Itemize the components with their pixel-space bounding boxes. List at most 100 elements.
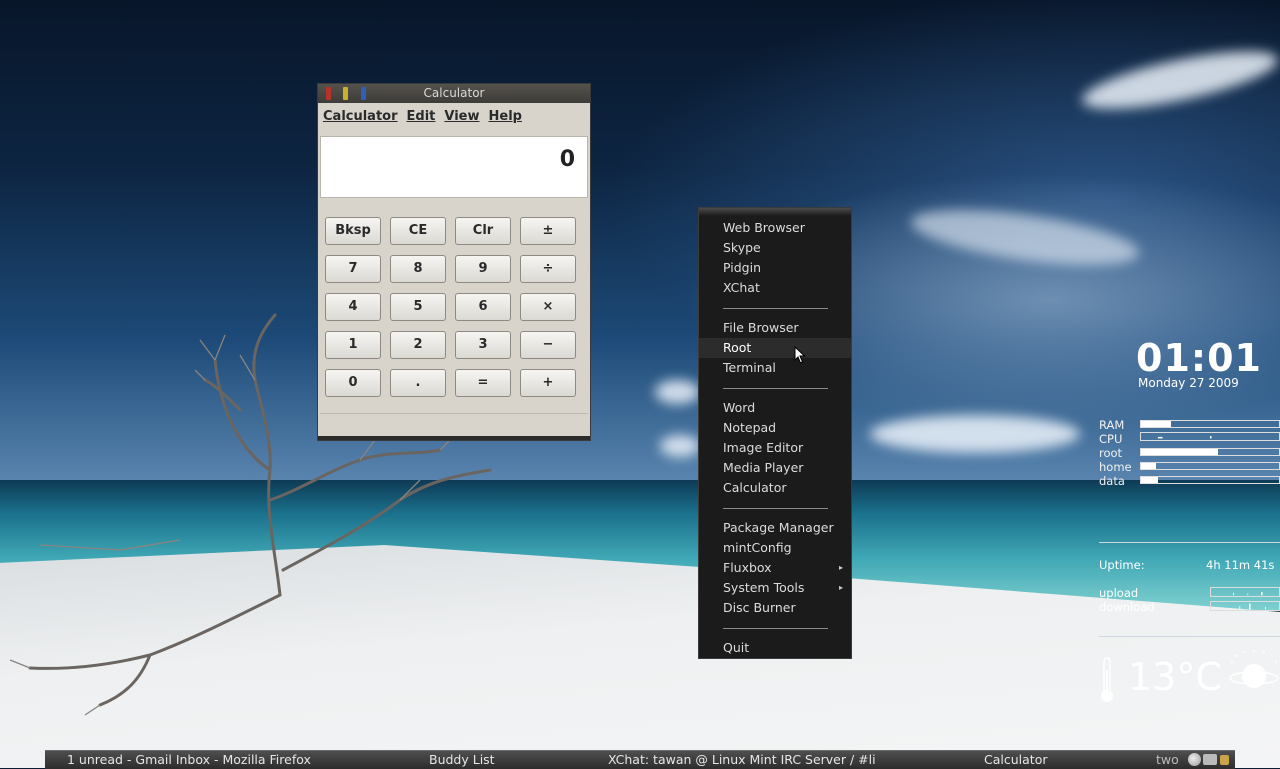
menu-item-disc-burner[interactable]: Disc Burner (699, 598, 851, 618)
menu-item-media-player[interactable]: Media Player (699, 458, 851, 478)
taskbar-task-calculator[interactable]: Calculator (984, 751, 1047, 768)
menu-item-notepad[interactable]: Notepad (699, 418, 851, 438)
calculator-display[interactable]: 0 (320, 136, 588, 198)
submenu-arrow-icon: ▸ (838, 583, 843, 592)
thermometer-icon (1101, 657, 1113, 702)
menu-help[interactable]: Help (489, 109, 522, 124)
stat-label-data: data (1099, 474, 1125, 488)
menu-item-system-tools[interactable]: System Tools ▸ (699, 578, 851, 598)
menu-item-label: Fluxbox (723, 560, 772, 575)
key-8[interactable]: 8 (390, 255, 446, 283)
menu-separator (723, 628, 828, 629)
menu-item-mintconfig[interactable]: mintConfig (699, 538, 851, 558)
menu-view[interactable]: View (444, 109, 479, 124)
menu-item-fluxbox[interactable]: Fluxbox ▸ (699, 558, 851, 578)
key-4[interactable]: 4 (325, 293, 381, 321)
key-9[interactable]: 9 (455, 255, 511, 283)
download-graph (1210, 601, 1280, 611)
menu-item-web-browser[interactable]: Web Browser (699, 218, 851, 238)
calculator-titlebar[interactable]: Calculator (318, 84, 590, 103)
menu-item-package-manager[interactable]: Package Manager (699, 518, 851, 538)
taskbar-task-xchat[interactable]: XChat: tawan @ Linux Mint IRC Server / #… (608, 751, 876, 768)
key-3[interactable]: 3 (455, 331, 511, 359)
key-5[interactable]: 5 (390, 293, 446, 321)
conky-divider (1099, 636, 1280, 637)
display-tray-icon[interactable] (1203, 754, 1217, 765)
submenu-arrow-icon: ▸ (838, 563, 843, 572)
menu-item-quit[interactable]: Quit (699, 638, 851, 658)
bar-fill (1141, 421, 1172, 427)
lock-tray-icon[interactable] (1220, 755, 1229, 765)
conky-clock: 01:01 (1136, 336, 1262, 380)
menu-separator (723, 508, 828, 509)
taskbar-task-buddy-list[interactable]: Buddy List (429, 751, 495, 768)
clear-night-weather-icon (1229, 650, 1279, 688)
taskbar-task-firefox[interactable]: 1 unread - Gmail Inbox - Mozilla Firefox (67, 751, 311, 768)
key-0[interactable]: 0 (325, 369, 381, 397)
window-maximize-button[interactable] (361, 87, 366, 100)
menu-item-xchat[interactable]: XChat (699, 278, 851, 298)
menu-edit[interactable]: Edit (407, 109, 436, 124)
calculator-statusbar (320, 413, 588, 436)
key-2[interactable]: 2 (390, 331, 446, 359)
key-divide[interactable]: ÷ (520, 255, 576, 283)
uptime-label: Uptime: (1099, 558, 1145, 572)
temperature-value: 13°C (1128, 655, 1222, 699)
stat-label-root: root (1099, 446, 1123, 460)
bar-fill (1141, 449, 1219, 455)
menu-item-skype[interactable]: Skype (699, 238, 851, 258)
desktop-wallpaper (0, 0, 1280, 768)
download-label: download (1099, 600, 1155, 614)
menu-item-file-browser[interactable]: File Browser (699, 318, 851, 338)
calculator-window-title: Calculator (423, 86, 485, 100)
upload-label: upload (1099, 586, 1139, 600)
network-tray-icon[interactable] (1188, 753, 1201, 766)
workspace-name[interactable]: two (1156, 751, 1179, 768)
menu-item-root[interactable]: Root (699, 338, 851, 358)
key-equals[interactable]: = (455, 369, 511, 397)
stat-label-ram: RAM (1099, 418, 1125, 432)
upload-graph (1210, 587, 1280, 597)
conky-divider (1099, 542, 1280, 543)
home-disk-bar (1140, 462, 1280, 470)
menu-separator (723, 308, 828, 309)
taskbar: 1 unread - Gmail Inbox - Mozilla Firefox… (45, 750, 1235, 769)
menu-item-calculator[interactable]: Calculator (699, 478, 851, 498)
mouse-pointer-icon (794, 346, 806, 364)
key-subtract[interactable]: − (520, 331, 576, 359)
key-decimal[interactable]: . (390, 369, 446, 397)
menu-calculator[interactable]: Calculator (323, 109, 398, 124)
ram-usage-bar (1140, 420, 1280, 428)
key-7[interactable]: 7 (325, 255, 381, 283)
bar-fill (1141, 463, 1157, 469)
menu-item-terminal[interactable]: Terminal (699, 358, 851, 378)
bar-fill (1141, 477, 1158, 483)
root-disk-bar (1140, 448, 1280, 456)
uptime-value: 4h 11m 41s (1206, 558, 1275, 572)
window-resize-handle[interactable] (318, 436, 590, 440)
data-disk-bar (1140, 476, 1280, 484)
key-6[interactable]: 6 (455, 293, 511, 321)
menu-item-label: System Tools (723, 580, 805, 595)
window-close-button[interactable] (326, 87, 331, 100)
menu-separator (723, 388, 828, 389)
menu-item-word[interactable]: Word (699, 398, 851, 418)
key-clear[interactable]: Clr (455, 217, 511, 245)
window-minimize-button[interactable] (343, 87, 348, 100)
calculator-window: Calculator Calculator Edit View Help 0 B… (318, 84, 590, 440)
menu-title-grip[interactable] (699, 208, 851, 216)
root-menu: Web Browser Skype Pidgin XChat File Brow… (698, 207, 852, 659)
conky-date: Monday 27 2009 (1138, 376, 1239, 390)
key-clear-entry[interactable]: CE (390, 217, 446, 245)
menu-item-pidgin[interactable]: Pidgin (699, 258, 851, 278)
wallpaper-cloud (660, 435, 700, 457)
stat-label-cpu: CPU (1099, 432, 1123, 446)
menu-item-image-editor[interactable]: Image Editor (699, 438, 851, 458)
key-multiply[interactable]: × (520, 293, 576, 321)
key-plus-minus[interactable]: ± (520, 217, 576, 245)
key-backspace[interactable]: Bksp (325, 217, 381, 245)
stat-label-home: home (1099, 460, 1132, 474)
key-add[interactable]: + (520, 369, 576, 397)
key-1[interactable]: 1 (325, 331, 381, 359)
cpu-usage-graph (1140, 432, 1280, 441)
